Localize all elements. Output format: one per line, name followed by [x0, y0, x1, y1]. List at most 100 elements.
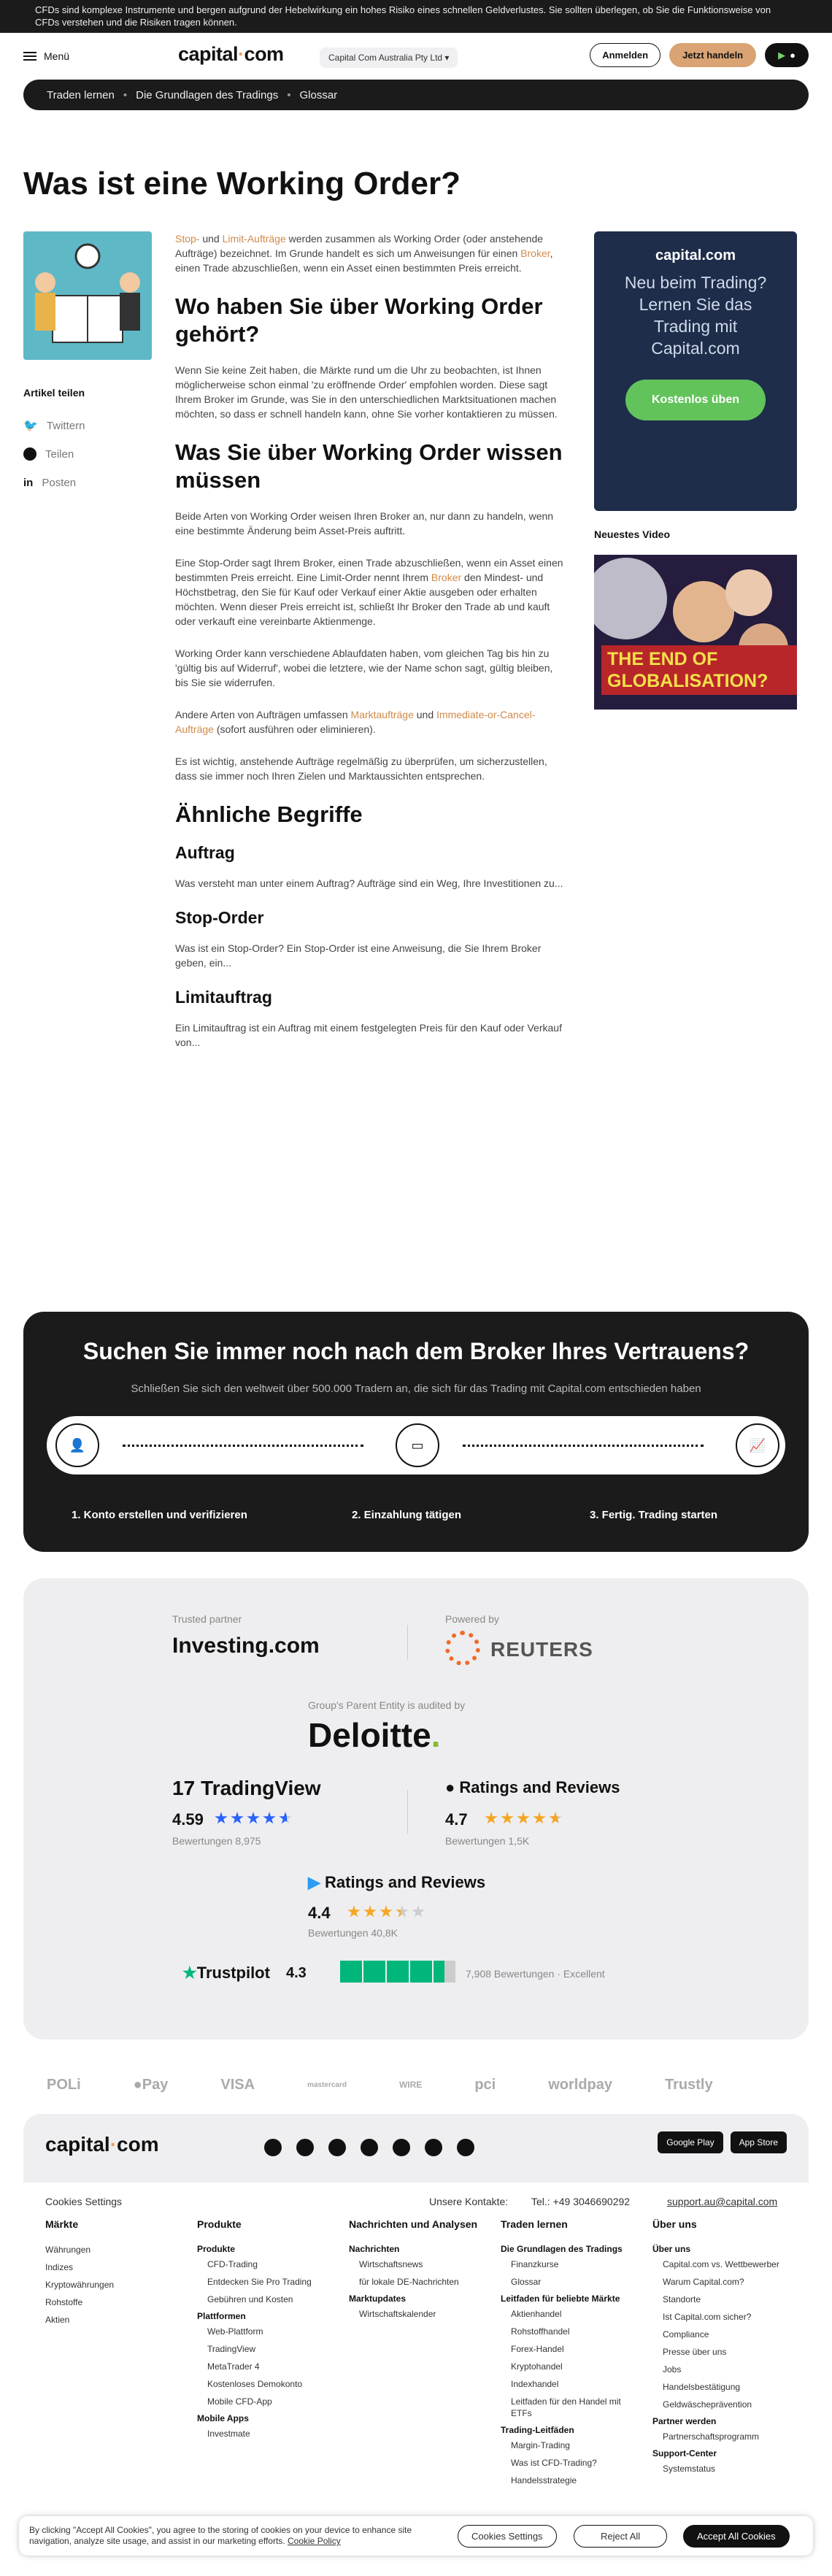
footer-link[interactable]: Rohstoffhandel	[501, 2326, 639, 2337]
footer-link[interactable]: TradingView	[197, 2343, 336, 2355]
term-link-stop-order[interactable]: Stop-Order Was ist ein Stop-Order? Ein St…	[175, 908, 563, 970]
footer-link[interactable]: MetaTrader 4	[197, 2361, 336, 2372]
cookies-settings-link[interactable]: Cookies Settings	[45, 2196, 122, 2207]
paragraph: Working Order kann verschiedene Ablaufda…	[175, 647, 553, 688]
breadcrumb-item-glossary[interactable]: Glossar	[300, 89, 338, 101]
login-button[interactable]: Anmelden	[590, 43, 661, 67]
footer-link[interactable]: Indexhandel	[501, 2378, 639, 2390]
paragraph: Andere Arten von Aufträgen umfassen Mark…	[175, 709, 536, 735]
cookie-settings-button[interactable]: Cookies Settings	[458, 2525, 557, 2548]
apple-icon: ●	[445, 1778, 455, 1796]
steps-track: 👤 ▭ 📈	[47, 1416, 785, 1475]
footer-link[interactable]: Wirtschaftskalender	[349, 2308, 488, 2320]
footer-link[interactable]: Compliance	[652, 2329, 791, 2340]
article-body: Stop- und Limit-Aufträge werden zusammen…	[175, 231, 563, 1067]
link-stop[interactable]: Stop-	[175, 233, 199, 245]
facebook-icon[interactable]	[264, 2139, 282, 2156]
link-market-orders[interactable]: Marktaufträge	[351, 709, 414, 720]
footer-link[interactable]: Wirtschaftsnews	[349, 2258, 488, 2270]
google-play-button[interactable]: Google Play	[658, 2131, 723, 2153]
footer-link[interactable]: Mobile CFD-App	[197, 2396, 336, 2407]
footer-link[interactable]: Systemstatus	[652, 2463, 791, 2475]
term-link-limitauftrag[interactable]: Limitauftrag Ein Limitauftrag ist ein Auf…	[175, 988, 563, 1050]
deloitte-logo: Deloitte.	[308, 1716, 441, 1754]
footer-column-heading: Nachrichten und Analysen	[349, 2218, 478, 2230]
logo[interactable]: capital·com	[178, 43, 284, 66]
footer-link[interactable]: CFD-Trading	[197, 2258, 336, 2270]
footer-link[interactable]: Was ist CFD-Trading?	[501, 2457, 639, 2469]
term-link-auftrag[interactable]: Auftrag Was versteht man unter einem Auft…	[175, 843, 563, 891]
intro-paragraph: Stop- und Limit-Aufträge werden zusammen…	[175, 233, 553, 274]
google-play-icon: ▶	[308, 1873, 320, 1891]
tradingview-logo: 17 TradingView	[172, 1777, 321, 1799]
free-practice-button[interactable]: Kostenlos üben	[625, 380, 766, 420]
trustpilot-count: 7,908 Bewertungen · Excellent	[466, 1968, 605, 1980]
footer-link[interactable]: für lokale DE-Nachrichten	[349, 2276, 488, 2288]
footer-link[interactable]: Glossar	[501, 2276, 639, 2288]
footer-link[interactable]: Partnerschaftsprogramm	[652, 2431, 791, 2442]
trusted-partner-caption: Trusted partner	[172, 1613, 242, 1625]
footer-link[interactable]: Ist Capital.com sicher?	[652, 2311, 791, 2323]
footer-link[interactable]: Kryptohandel	[501, 2361, 639, 2372]
step-label: 1. Konto erstellen und verifizieren	[72, 1509, 247, 1521]
breadcrumb-item-basics[interactable]: Die Grundlagen des Tradings	[136, 89, 278, 101]
footer-link[interactable]: Kostenloses Demokonto	[197, 2378, 336, 2390]
app-store-button[interactable]: App Store	[730, 2131, 787, 2153]
link-broker[interactable]: Broker	[520, 247, 550, 259]
footer-link[interactable]: Warum Capital.com?	[652, 2276, 791, 2288]
footer-link[interactable]: Presse über uns	[652, 2346, 791, 2358]
youtube-icon[interactable]	[393, 2139, 410, 2156]
footer-link[interactable]: Finanzkurse	[501, 2258, 639, 2270]
linkedin-icon[interactable]	[328, 2139, 346, 2156]
footer-link[interactable]: Leitfaden für den Handel mit ETFs	[501, 2396, 639, 2419]
footer-link[interactable]: Web-Plattform	[197, 2326, 336, 2337]
twitter-icon[interactable]	[296, 2139, 314, 2156]
footer-link[interactable]: Entdecken Sie Pro Trading	[197, 2276, 336, 2288]
contacts-label: Unsere Kontakte:	[429, 2196, 509, 2207]
footer-link[interactable]: Aktien	[45, 2314, 184, 2326]
email-link[interactable]: support.au@capital.com	[667, 2196, 777, 2207]
entity-selector[interactable]: Capital Com Australia Pty Ltd ▾	[320, 47, 458, 68]
trade-now-button[interactable]: Jetzt handeln	[669, 43, 757, 67]
share-facebook[interactable]: Teilen	[23, 447, 74, 461]
footer-column: Nachrichten und Analysen Nachrichten Wirts…	[349, 2218, 488, 2326]
link-limit[interactable]: Limit-Aufträge	[223, 233, 286, 245]
footer-subheading: Produkte	[197, 2244, 236, 2254]
phone-link[interactable]: Tel.: +49 3046690292	[531, 2196, 630, 2207]
reject-all-button[interactable]: Reject All	[574, 2525, 668, 2548]
footer-link[interactable]: Capital.com vs. Wettbewerber	[652, 2258, 791, 2270]
rss-icon[interactable]	[457, 2139, 474, 2156]
payment-logo: Trustly	[665, 2076, 713, 2093]
footer-link[interactable]: Aktienhandel	[501, 2308, 639, 2320]
footer-link[interactable]: Investmate	[197, 2428, 336, 2439]
cookie-text: By clicking "Accept All Cookies", you ag…	[29, 2525, 412, 2546]
footer-link[interactable]: Standorte	[652, 2294, 791, 2305]
footer-link[interactable]: Handelsbestätigung	[652, 2381, 791, 2393]
breadcrumb-item-learn[interactable]: Traden lernen	[47, 89, 115, 101]
app-download-button[interactable]: ▶ ●	[765, 43, 809, 67]
footer-subheading: Leitfaden für beliebte Märkte	[501, 2294, 620, 2304]
footer-link[interactable]: Jobs	[652, 2364, 791, 2375]
footer-link[interactable]: Gebühren und Kosten	[197, 2294, 336, 2305]
facebook-icon	[23, 447, 36, 461]
footer-link[interactable]: Geldwäscheprävention	[652, 2399, 791, 2410]
footer-logo[interactable]: capital·com	[45, 2133, 159, 2156]
broker-cta-section: Suchen Sie immer noch nach dem Broker Ih…	[23, 1312, 809, 1552]
share-twitter[interactable]: 🐦 Twittern	[23, 418, 85, 433]
footer-link[interactable]: Indizes	[45, 2261, 184, 2273]
share-linkedin[interactable]: in Posten	[23, 477, 76, 489]
footer-link[interactable]: Margin-Trading	[501, 2439, 639, 2451]
footer-link[interactable]: Rohstoffe	[45, 2296, 184, 2308]
instagram-icon[interactable]	[361, 2139, 378, 2156]
trustpilot-score: 4.3	[286, 1965, 307, 1981]
footer-link[interactable]: Währungen	[45, 2244, 184, 2256]
reddit-icon[interactable]	[425, 2139, 442, 2156]
cookie-policy-link[interactable]: Cookie Policy	[288, 2536, 341, 2546]
link-broker[interactable]: Broker	[431, 572, 461, 583]
footer-link[interactable]: Kryptowährungen	[45, 2279, 184, 2291]
accept-all-button[interactable]: Accept All Cookies	[683, 2525, 790, 2548]
video-thumbnail[interactable]: THE END OF GLOBALISATION?	[594, 555, 797, 710]
footer-link[interactable]: Forex-Handel	[501, 2343, 639, 2355]
footer-link[interactable]: Handelsstrategie	[501, 2475, 639, 2486]
menu-button[interactable]: Menü	[23, 50, 69, 62]
